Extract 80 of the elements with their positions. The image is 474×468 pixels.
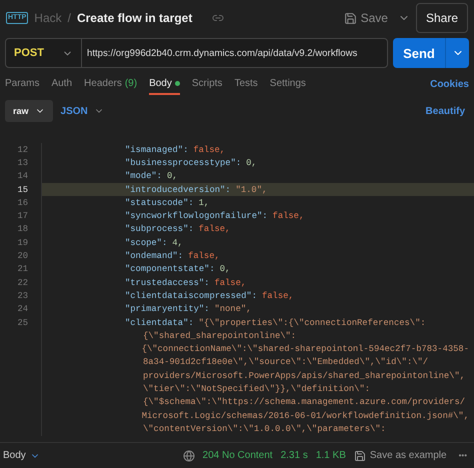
json-key: "primaryentity":: [125, 304, 210, 314]
json-key: "clientdata":: [125, 318, 194, 328]
json-key: "subprocess":: [125, 224, 194, 234]
line-number: 25: [16, 318, 28, 328]
request-tab[interactable]: Scripts: [192, 74, 222, 94]
request-tab[interactable]: Params: [5, 74, 40, 94]
request-tab[interactable]: Auth: [51, 74, 72, 94]
json-value: false,: [262, 290, 294, 301]
json-key: "ondemand":: [125, 251, 184, 262]
line-number: 13: [16, 158, 28, 168]
json-key: "businessprocesstype":: [125, 158, 242, 168]
save-icon: [344, 12, 357, 24]
json-value: 0,: [220, 264, 230, 274]
method-dropdown[interactable]: POST: [6, 39, 82, 67]
link-icon[interactable]: [212, 12, 224, 24]
beautify-link[interactable]: Beautify: [426, 106, 465, 116]
request-tab[interactable]: Body: [149, 74, 180, 94]
line-number: 17: [16, 211, 28, 222]
request-tab[interactable]: Tests: [234, 74, 258, 94]
send-button[interactable]: Send: [393, 38, 445, 68]
line-number: 16: [16, 198, 28, 208]
save-icon: [354, 450, 366, 462]
json-value: "1.0",: [236, 184, 268, 195]
request-title: Create flow in target: [76, 11, 192, 25]
body-mode-dropdown[interactable]: raw: [5, 100, 53, 122]
json-value: false,: [272, 211, 304, 222]
line-number: 20: [16, 251, 28, 262]
line-number: 19: [16, 238, 28, 248]
more-button[interactable]: •••: [454, 451, 471, 460]
json-value: false,: [188, 251, 220, 262]
json-value: \"contentVersion\":\"1.0.0.0\",\"parameters\":: [143, 424, 386, 434]
line-number: 24: [16, 304, 28, 314]
body-section-toggle[interactable]: Body: [3, 450, 40, 461]
json-value: Microsoft.Logic/schemas/2016-06-01/workflowdefinition.json#\",: [142, 410, 469, 421]
json-value: false,: [198, 224, 230, 234]
line-number: 21: [16, 264, 28, 274]
json-value: 0,: [166, 171, 178, 182]
json-key: "syncworkflowlogonfailure":: [125, 211, 268, 222]
collection-name[interactable]: Hack: [34, 11, 62, 25]
json-value: 8a34-901d2cf18e0e\",\"source\":\"Embedded\",\"id\":\"/: [143, 357, 428, 368]
json-key: "introducedversion":: [125, 184, 231, 195]
json-value: {\"$schema\":\"https://schema.management.azure.com/providers/: [143, 397, 466, 408]
json-key: "componentstate":: [125, 264, 215, 274]
response-time: 2.31 s: [280, 450, 308, 461]
json-value: providers/Microsoft.PowerApps/apis/shared_sharepointonline\",: [143, 370, 466, 381]
request-tab[interactable]: Headers (9): [84, 74, 138, 94]
json-key: "ismanaged":: [125, 144, 188, 155]
request-tab[interactable]: Settings: [270, 74, 306, 94]
response-size: 1.1 KB: [316, 450, 346, 461]
url-field[interactable]: https://org996d2b40.crm.dynamics.com/api/data/v9.2/workflows: [82, 48, 387, 58]
format-dropdown[interactable]: JSON: [60, 106, 104, 116]
status-code: 204 No Content: [202, 450, 273, 461]
json-value: 4,: [172, 238, 183, 248]
json-key: "scope":: [125, 238, 168, 248]
json-key: "clientdataiscompressed":: [125, 290, 257, 301]
json-value: false,: [214, 278, 246, 288]
json-value: "{\"properties\":{\"connectionReferences\":: [198, 318, 426, 328]
json-key: "statuscode":: [125, 198, 194, 208]
json-value: \"tier\":\"NotSpecified\"}},\"definition\":: [143, 384, 370, 394]
line-number: 18: [16, 224, 28, 234]
json-value: {\"connectionName\":\"shared-sharepointonl-594ec2f7-b783-4358-: [142, 344, 469, 354]
json-key: "mode":: [125, 171, 162, 182]
line-number: 23: [16, 290, 28, 301]
json-value: "none",: [214, 304, 252, 314]
json-value: false,: [193, 144, 226, 155]
json-value: 0,: [246, 158, 257, 168]
request-bar[interactable]: POST https://org996d2b40.crm.dynamics.com/api/data/v9.2/workflows: [5, 38, 388, 68]
globe-icon[interactable]: [182, 450, 195, 462]
json-key: "trustedaccess":: [125, 278, 210, 288]
save-example-button[interactable]: Save as example: [354, 450, 447, 462]
line-number: 22: [16, 278, 28, 288]
json-value: 1,: [198, 198, 210, 208]
share-button[interactable]: Share: [416, 3, 468, 33]
breadcrumb-separator: /: [68, 11, 71, 25]
cookies-link[interactable]: Cookies: [430, 78, 469, 90]
line-number: 14: [16, 171, 28, 182]
save-button[interactable]: Save: [340, 11, 392, 25]
line-number: 15: [16, 184, 28, 195]
json-value: {\"shared_sharepointonline\":: [143, 330, 296, 341]
line-number: 12: [16, 144, 28, 155]
